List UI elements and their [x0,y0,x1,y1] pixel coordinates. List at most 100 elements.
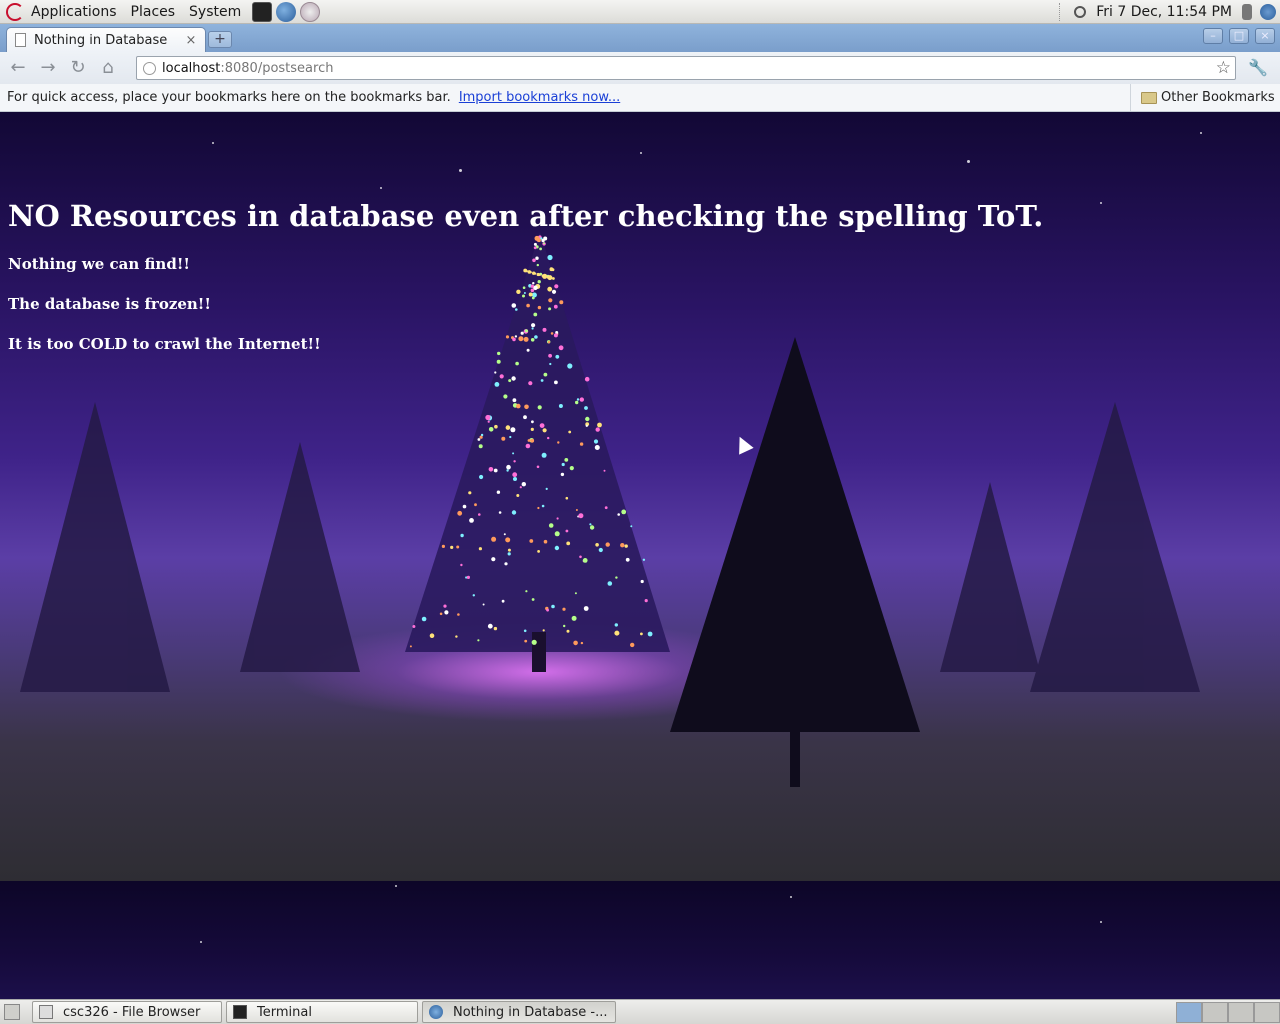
search-icon[interactable] [1074,5,1087,18]
tree-light [571,615,577,621]
tree-light [542,629,545,632]
tree-light [485,414,491,421]
taskbar-item-terminal[interactable]: Terminal [226,1001,418,1023]
tree-light [565,496,569,500]
tree-light [558,404,563,408]
workspace-4[interactable] [1254,1001,1280,1023]
tree-light [563,624,566,628]
tree-light [575,400,579,405]
tree-light [593,439,599,444]
url-path: :8080/postsearch [220,60,334,76]
taskbar-item-file-browser[interactable]: csc326 - File Browser [32,1001,222,1023]
address-bar[interactable]: localhost:8080/postsearch ☆ [136,56,1236,80]
background-repeat [0,881,1280,999]
tree-light [443,604,447,608]
tree-light [579,555,582,559]
back-icon[interactable]: ← [6,56,30,80]
debian-logo-icon[interactable] [6,2,24,21]
show-desktop-icon[interactable] [4,1004,20,1020]
tree-light [545,487,548,490]
reload-icon[interactable]: ↻ [66,56,90,80]
tree-light [543,539,548,544]
terminal-launcher-icon[interactable] [252,1,273,22]
forward-icon[interactable]: → [36,56,60,80]
tab-close-icon[interactable]: × [185,33,197,48]
panel-clock[interactable]: Fri 7 Dec, 11:54 PM [1090,4,1238,20]
tree-light [429,633,435,638]
terminal-icon [233,1005,247,1019]
import-bookmarks-link[interactable]: Import bookmarks now... [459,90,620,105]
tree-light [625,557,630,562]
tree-light [614,630,620,636]
tree-light [412,625,416,628]
message-nothing-found: Nothing we can find!! [8,255,190,273]
tree-light [530,427,534,431]
tree-light [516,403,521,409]
tree-light [494,424,498,429]
new-tab-button[interactable]: + [208,31,232,48]
tree-light [512,398,517,403]
page-viewport[interactable]: NO Resources in database even after chec… [0,112,1280,999]
other-bookmarks-label: Other Bookmarks [1161,90,1275,105]
workspace-3[interactable] [1228,1001,1254,1023]
tab-nothing-in-database[interactable]: Nothing in Database × [6,27,206,52]
tree-light [569,466,574,471]
tree-light [585,416,590,422]
tab-title: Nothing in Database [34,32,168,48]
network-icon[interactable] [1260,3,1276,20]
tree-light [630,525,633,528]
volume-icon[interactable] [1242,3,1252,20]
taskbar-item-chrome[interactable]: Nothing in Database -... [422,1001,616,1023]
globe-icon [143,61,156,75]
tree-light [584,376,590,382]
tree-light [525,590,528,593]
tree-light [513,460,516,463]
close-window-button[interactable]: × [1255,28,1275,44]
workspace-switcher[interactable] [1176,1001,1280,1023]
minimize-button[interactable]: – [1203,28,1223,44]
bookmark-star-icon[interactable]: ☆ [1216,58,1231,78]
tree-light [583,606,589,611]
tree-light [482,603,485,606]
menu-applications[interactable]: Applications [24,0,124,24]
tree-light [529,539,534,543]
tree-light [477,438,481,441]
tree-light [516,494,520,497]
tree-light [640,579,644,584]
home-icon[interactable]: ⌂ [96,56,120,80]
tree-light [493,626,498,631]
tree-light [580,641,584,645]
tree-light [505,537,511,543]
other-bookmarks-button[interactable]: Other Bookmarks [1130,84,1275,111]
tree-light [487,420,490,423]
tree-light [607,581,613,586]
tree-light [439,612,443,616]
tree-light [537,405,542,410]
maximize-button[interactable]: □ [1229,28,1249,44]
mail-launcher-icon[interactable] [300,1,321,22]
tree-light [531,598,535,601]
tree-light [487,623,493,629]
panel-separator [1059,2,1062,21]
tree-light [455,635,458,638]
menu-system[interactable]: System [182,0,248,24]
taskbar-label: Terminal [257,1004,312,1020]
workspace-2[interactable] [1202,1001,1228,1023]
workspace-1[interactable] [1176,1001,1202,1023]
top-panel: Applications Places System Fri 7 Dec, 11… [0,0,1280,24]
menu-places[interactable]: Places [124,0,183,24]
browser-launcher-icon[interactable] [276,1,297,22]
tree-light [499,374,504,379]
bookmarks-bar: For quick access, place your bookmarks h… [0,84,1280,112]
tree-light [491,557,496,562]
tree-light [564,458,569,462]
tree-light [474,503,477,507]
chrome-icon [429,1005,443,1019]
folder-icon [1141,91,1157,104]
tree-light [542,428,547,433]
tree-light [460,533,464,538]
tree-light [508,379,512,383]
tree-light [450,545,454,549]
tree-light [604,506,608,510]
wrench-menu-icon[interactable]: 🔧 [1248,58,1268,78]
